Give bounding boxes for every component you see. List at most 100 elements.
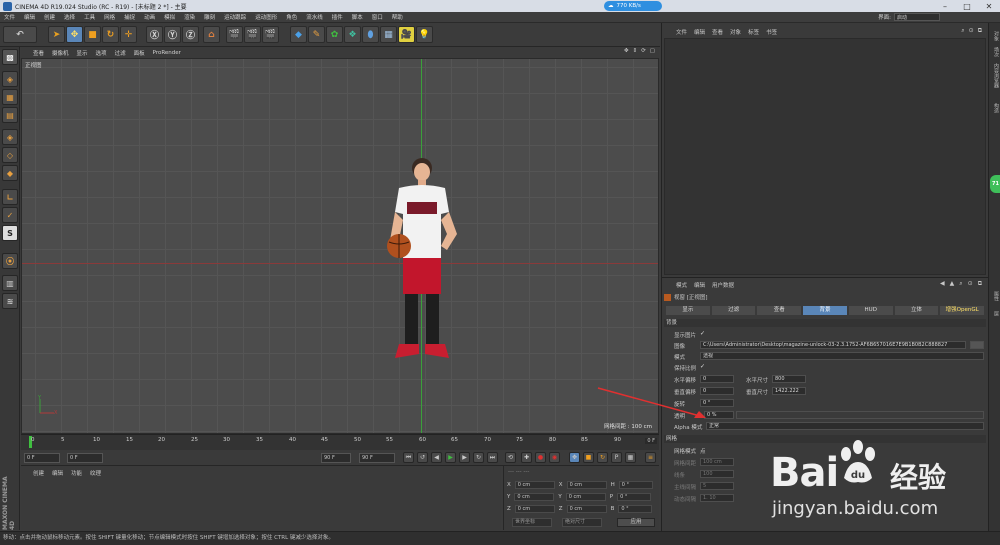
transparency-slider[interactable] [736, 411, 984, 419]
pos-z-field[interactable]: 0 cm [514, 505, 555, 513]
keep-ratio-checkbox[interactable]: ✓ [700, 363, 705, 370]
grid-spacing-field[interactable]: 100 cm [700, 458, 734, 466]
viewport-front[interactable]: 正视图 Y X 网格间距 : 100 cm [21, 58, 659, 434]
new-window-icon[interactable]: ⧉ [978, 280, 982, 288]
snap-button[interactable]: S [2, 225, 18, 241]
preview-end-field[interactable]: 90 F [359, 453, 395, 463]
orbit-icon[interactable]: ⟳ [641, 48, 646, 54]
tab-objects[interactable]: 对象 [990, 31, 1000, 41]
loop-button[interactable]: ⟲ [505, 452, 516, 463]
model-mode-button[interactable]: ◈ [2, 71, 18, 87]
om-menu-bookmarks[interactable]: 书签 [766, 28, 777, 36]
close-icon[interactable]: ✕ [978, 0, 1000, 12]
tab-filter[interactable]: 过滤 [711, 306, 756, 315]
recent-tool-button[interactable]: ✛ [120, 26, 137, 43]
lock-icon[interactable]: ⊙ [969, 27, 974, 35]
prev-key-button[interactable]: ↺ [417, 452, 428, 463]
tab-view[interactable]: 查看 [757, 306, 802, 315]
maximize-view-icon[interactable]: ▢ [650, 48, 655, 54]
timeline-ruler[interactable]: 0 5 10 15 20 25 30 35 40 45 50 55 60 65 … [21, 434, 659, 450]
size-x-field[interactable]: 0 cm [566, 481, 607, 489]
pen-spline-button[interactable]: ✎ [308, 26, 325, 43]
menu-sculpt[interactable]: 雕刻 [204, 13, 215, 21]
key-pla-button[interactable]: ▦ [625, 452, 636, 463]
current-frame-field[interactable]: 0 F [24, 453, 60, 463]
start-frame-field[interactable]: 0 F [67, 453, 103, 463]
menu-mograph[interactable]: 运动图形 [255, 13, 277, 21]
grid-mode-value[interactable]: 点 [700, 447, 706, 455]
prev-frame-button[interactable]: ◀ [431, 452, 442, 463]
polygons-mode-button[interactable]: ◆ [2, 165, 18, 181]
attr-menu-mode[interactable]: 模式 [676, 281, 687, 289]
major-lines-field[interactable]: 5 [700, 482, 734, 490]
pos-y-field[interactable]: 0 cm [514, 493, 555, 501]
rot-h-field[interactable]: 0 ° [618, 481, 653, 489]
mat-menu-texture[interactable]: 纹理 [90, 469, 101, 477]
camera-button[interactable]: 🎥 [398, 26, 415, 43]
edges-mode-button[interactable]: ◇ [2, 147, 18, 163]
menu-select[interactable]: 选择 [64, 13, 75, 21]
menu-plugins[interactable]: 插件 [332, 13, 343, 21]
menu-tools[interactable]: 工具 [84, 13, 95, 21]
menu-character[interactable]: 角色 [286, 13, 297, 21]
undo-button[interactable]: ↶ [3, 26, 37, 43]
show-image-checkbox[interactable]: ✓ [700, 330, 705, 337]
menu-file[interactable]: 文件 [4, 13, 15, 21]
lock-workplane-button[interactable]: ⦿ [2, 253, 18, 269]
tab-content-browser[interactable]: 内容浏览器 [990, 63, 1000, 88]
tab-display[interactable]: 显示 [666, 306, 710, 315]
key-rotation-button[interactable]: ↻ [597, 452, 608, 463]
render-settings-button[interactable]: 🎬 [262, 26, 279, 43]
auto-key-button[interactable]: ◉ [549, 452, 560, 463]
vp-menu-filter[interactable]: 过滤 [115, 49, 126, 57]
om-menu-object[interactable]: 对象 [730, 28, 741, 36]
vp-menu-prorender[interactable]: ProRender [153, 50, 181, 56]
h-offset-field[interactable]: 0 [700, 375, 734, 383]
maximize-icon[interactable]: □ [956, 0, 978, 12]
make-editable-button[interactable]: ▩ [2, 49, 18, 65]
vp-menu-camera[interactable]: 摄像机 [52, 49, 69, 57]
object-list[interactable] [664, 38, 986, 275]
menu-edit[interactable]: 编辑 [24, 13, 35, 21]
menu-mesh[interactable]: 网格 [104, 13, 115, 21]
menu-window[interactable]: 窗口 [372, 13, 383, 21]
size-z-field[interactable]: 0 cm [566, 505, 607, 513]
apply-button[interactable]: 应用 [617, 518, 655, 527]
search-icon[interactable]: ⌕ [961, 27, 964, 35]
back-arrow-icon[interactable]: ◀ [940, 280, 945, 288]
lock-icon[interactable]: ⊙ [968, 280, 973, 288]
tab-stereo[interactable]: 立体 [894, 306, 939, 315]
h-size-field[interactable]: 800 [772, 375, 806, 383]
y-axis-button[interactable]: Ⓨ [164, 26, 181, 43]
key-param-button[interactable]: P [611, 452, 622, 463]
tab-enhanced-opengl[interactable]: 增强OpenGL [940, 306, 985, 315]
zoom-icon[interactable]: ⇕ [633, 48, 638, 54]
menu-simulate[interactable]: 模拟 [164, 13, 175, 21]
go-to-end-button[interactable]: ⏭ [487, 452, 498, 463]
next-frame-button[interactable]: ▶ [459, 452, 470, 463]
subdivision-button[interactable]: ✿ [326, 26, 343, 43]
scale-tool-button[interactable]: ■ [84, 26, 101, 43]
floor-button[interactable]: ▦ [380, 26, 397, 43]
floating-badge[interactable]: 71 [990, 175, 1000, 193]
size-y-field[interactable]: 0 cm [565, 493, 606, 501]
tab-layers[interactable]: 层 [990, 311, 1000, 316]
axis-mode-button[interactable]: ∟ [2, 189, 18, 205]
render-view-button[interactable]: 🎬 [226, 26, 243, 43]
dynamic-spacing-field[interactable]: 1. 10 [700, 494, 734, 502]
up-arrow-icon[interactable]: ▲ [950, 280, 955, 288]
cloner-button[interactable]: ❖ [344, 26, 361, 43]
texture-mode-button[interactable]: ▦ [2, 89, 18, 105]
v-size-field[interactable]: 1422.222 [772, 387, 806, 395]
workplane-mode-button[interactable]: ▤ [2, 107, 18, 123]
alpha-mode-dropdown[interactable]: 正常 [706, 422, 984, 430]
coordinate-system-button[interactable]: ⌂ [203, 26, 220, 43]
tab-hud[interactable]: HUD [848, 306, 893, 315]
rotate-tool-button[interactable]: ↻ [102, 26, 119, 43]
interface-dropdown[interactable]: 启动 [894, 13, 940, 21]
minimize-icon[interactable]: – [934, 0, 956, 12]
live-selection-button[interactable]: ➤ [48, 26, 65, 43]
image-browse-button[interactable] [970, 341, 984, 349]
om-menu-view[interactable]: 查看 [712, 28, 723, 36]
mat-menu-create[interactable]: 创建 [33, 469, 44, 477]
